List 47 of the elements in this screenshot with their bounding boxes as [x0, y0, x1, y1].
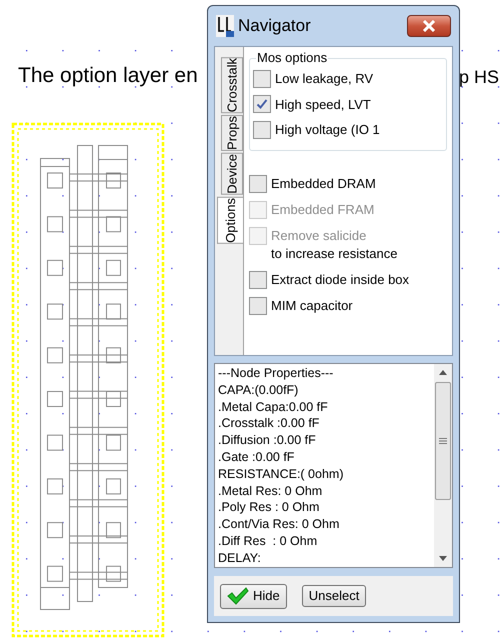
checkbox-label: Embedded DRAM [271, 174, 376, 192]
checkbox-label: Embedded FRAM [271, 200, 374, 218]
property-line: .Cont/Via Res: 0 Ohm [218, 516, 340, 533]
checkbox-note: to increase resistance [271, 244, 398, 262]
property-line: .Metal Capa:0.00 fF [218, 398, 329, 416]
property-line: ---Node Properties--- [218, 365, 334, 382]
group-title: Mos options [256, 50, 328, 66]
checkbox-label: Extract diode inside box [271, 270, 410, 288]
app-logo-icon [216, 15, 234, 37]
checkbox[interactable] [253, 70, 271, 88]
property-line: .Poly Res : 0 Ohm [218, 499, 320, 516]
checkbox[interactable] [249, 174, 267, 192]
close-icon [422, 20, 436, 32]
checkbox[interactable] [253, 95, 271, 114]
property-line: CAPA:(0.00fF) [218, 382, 300, 399]
checkbox-label: MIM capacitor [271, 296, 353, 314]
property-line: .Crosstalk :0.00 fF [218, 415, 320, 432]
hide-button[interactable]: Hide [220, 584, 287, 608]
checkmark-icon [227, 587, 249, 605]
side-tab[interactable]: Props [221, 115, 243, 152]
close-button[interactable] [407, 15, 451, 37]
scroll-thumb[interactable] [435, 382, 451, 500]
layout-text: p HS [459, 66, 500, 89]
layout-text: The option layer en [18, 63, 198, 89]
checkbox-label: High voltage (IO 1 [275, 121, 380, 139]
property-line: .Diffusion :0.00 fF [218, 432, 317, 449]
checkbox-label: High speed, LVT [275, 96, 371, 114]
unselect-button[interactable]: Unselect [302, 585, 366, 607]
grip-icon [439, 438, 447, 444]
checkmark-icon [256, 98, 268, 110]
checkbox[interactable] [249, 270, 267, 288]
scroll-down-icon [439, 556, 447, 561]
property-line: .Metal Res: 0 Ohm [218, 482, 324, 500]
side-tab[interactable]: Crosstalk [221, 57, 243, 114]
checkbox[interactable] [249, 296, 267, 314]
scrollbar[interactable] [434, 364, 452, 567]
checkbox-label: Remove salicide [271, 226, 368, 244]
window-title: Navigator [238, 15, 311, 38]
property-line: .Gate :0.00 fF [218, 448, 296, 466]
property-line: .Diff Res : 0 Ohm [218, 532, 318, 550]
checkbox[interactable] [253, 120, 271, 139]
property-line: DELAY: [218, 550, 262, 567]
checkbox-label: Low leakage, RV [275, 70, 374, 88]
side-tab[interactable]: Device [221, 153, 243, 195]
side-tab[interactable]: Options [217, 196, 243, 244]
property-line: RESISTANCE:( 0ohm) [218, 466, 344, 483]
scroll-up-icon [439, 370, 447, 375]
